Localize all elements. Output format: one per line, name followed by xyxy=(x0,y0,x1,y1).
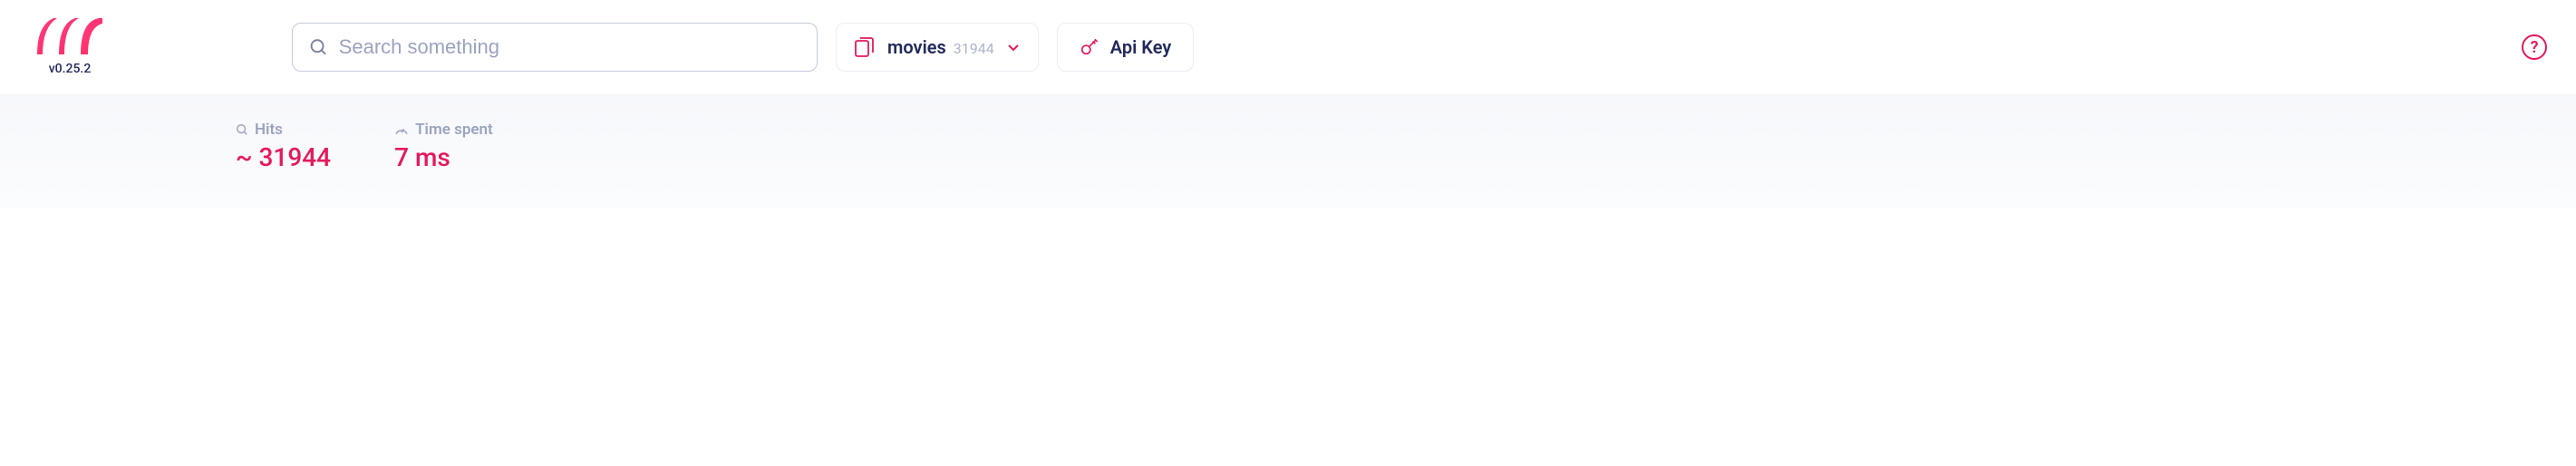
index-count: 31944 xyxy=(954,40,994,57)
api-key-label: Api Key xyxy=(1110,36,1172,58)
api-key-button[interactable]: Api Key xyxy=(1057,23,1195,72)
stat-time-label: Time spent xyxy=(415,121,493,139)
index-selector[interactable]: movies 31944 xyxy=(836,23,1039,72)
version-label: v0.25.2 xyxy=(49,62,92,76)
chevron-down-icon xyxy=(1007,41,1020,53)
search-input[interactable] xyxy=(339,35,800,59)
stat-time: Time spent 7 ms xyxy=(394,121,493,172)
logo-area: v0.25.2 xyxy=(29,18,111,76)
stats-bar: Hits ~ 31944 Time spent 7 ms xyxy=(0,94,2576,209)
help-button[interactable]: ? xyxy=(2522,34,2547,60)
gauge-icon xyxy=(394,123,409,136)
stat-hits-label: Hits xyxy=(255,121,283,139)
index-name: movies xyxy=(887,36,946,58)
help-icon: ? xyxy=(2531,38,2539,57)
stat-time-value: 7 ms xyxy=(394,142,493,172)
stat-hits: Hits ~ 31944 xyxy=(236,121,331,172)
stat-hits-value: ~ 31944 xyxy=(236,142,331,172)
search-icon xyxy=(309,37,328,57)
logo-icon xyxy=(37,18,102,54)
search-box[interactable] xyxy=(292,23,818,72)
search-icon xyxy=(236,123,248,136)
key-icon xyxy=(1080,37,1099,57)
documents-icon xyxy=(855,36,875,58)
header-bar: v0.25.2 movies 31944 Api Key xyxy=(0,0,2576,94)
